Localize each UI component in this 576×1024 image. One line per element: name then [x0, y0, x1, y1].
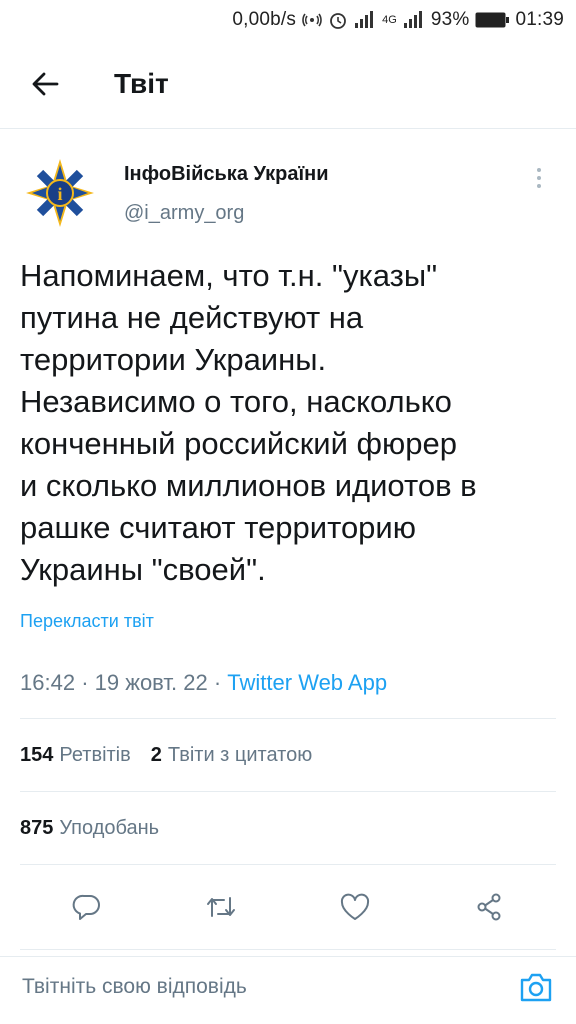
battery-icon [475, 12, 510, 28]
tweet-actions [20, 865, 556, 950]
more-vertical-icon [537, 168, 541, 188]
like-stats: 875 Уподобань [20, 792, 556, 865]
reply-button[interactable] [63, 883, 111, 931]
tweet-author: i ІнфоВійська України @i_army_org [20, 129, 556, 233]
svg-text:i: i [57, 184, 62, 204]
translate-link[interactable]: Перекласти твіт [20, 611, 556, 632]
avatar[interactable]: i [20, 153, 100, 233]
signal-icon [354, 11, 376, 29]
reply-input[interactable]: Твітніть свою відповідь [22, 975, 514, 999]
likes-count: 875 [20, 816, 54, 839]
author-name[interactable]: ІнфоВійська України [124, 163, 329, 186]
reply-icon [72, 894, 100, 920]
alarm-icon [328, 10, 348, 30]
tweet-text: Напоминаем, что т.н. "указы" путина не д… [20, 258, 477, 587]
network-speed: 0,00b/s [232, 9, 297, 30]
signal-icon-2 [403, 11, 425, 29]
quotes-label: Твіти з цитатою [167, 743, 313, 766]
arrow-left-icon [32, 72, 59, 96]
retweets-count: 154 [20, 743, 54, 766]
battery-percent: 93% [430, 9, 470, 30]
hotspot-icon [302, 10, 322, 30]
more-options-button[interactable] [534, 165, 544, 196]
camera-icon [520, 973, 552, 1002]
reply-bar: Твітніть свою відповідь [0, 956, 576, 1017]
meta-separator: · [81, 670, 95, 695]
meta-separator: · [213, 670, 228, 695]
author-handle[interactable]: @i_army_org [124, 202, 329, 225]
like-icon [340, 893, 370, 920]
likes-stat[interactable]: 875 Уподобань [20, 817, 159, 840]
tweet: i ІнфоВійська України @i_army_org Напоми… [0, 129, 576, 950]
camera-button[interactable] [514, 965, 558, 1009]
share-icon [477, 893, 501, 921]
tweet-time: 16:42 [20, 670, 76, 695]
status-bar: 0,00b/s 4G 93% 01:39 [0, 0, 576, 40]
header: Твіт [0, 40, 576, 129]
quotes-stat[interactable]: 2 Твіти з цитатою [151, 744, 312, 767]
retweets-stat[interactable]: 154 Ретвітів [20, 744, 131, 767]
quotes-count: 2 [150, 743, 162, 766]
likes-label: Уподобань [59, 816, 160, 839]
like-button[interactable] [331, 883, 379, 931]
page-title: Твіт [114, 68, 169, 99]
retweets-label: Ретвітів [59, 743, 131, 766]
tweet-meta: 16:42 · 19 жовт. 22 · Twitter Web App [20, 670, 556, 719]
retweet-stats: 154 Ретвітів 2 Твіти з цитатою [20, 719, 556, 792]
share-button[interactable] [465, 883, 513, 931]
tweet-source[interactable]: Twitter Web App [227, 670, 387, 695]
clock: 01:39 [515, 9, 564, 30]
retweet-button[interactable] [197, 883, 245, 931]
retweet-icon [207, 897, 235, 917]
tweet-date: 19 жовт. 22 [94, 670, 208, 695]
back-button[interactable] [22, 61, 68, 107]
network-type: 4G [382, 14, 397, 26]
